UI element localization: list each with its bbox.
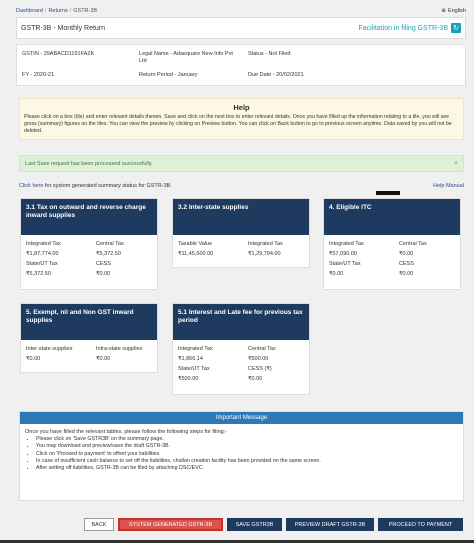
facilitation-link[interactable]: Facilitation in filing GSTR-3B ↻: [359, 23, 461, 33]
important-message-box: Important Message Once you have filled t…: [19, 411, 464, 501]
tile-label: Integrated Tax: [26, 241, 61, 247]
important-message-intro: Once you have filled the relevant tables…: [25, 429, 228, 435]
tile-label: State/UT Tax: [26, 261, 58, 267]
important-message-title: Important Message: [20, 412, 463, 424]
tile-value: ₹5,372.50: [96, 251, 121, 257]
tile-label: Integrated Tax: [248, 241, 283, 247]
tile-5-1[interactable]: 5.1 Interest and Late fee for previous t…: [172, 303, 310, 395]
tile-value: ₹0.00: [248, 376, 263, 382]
list-item: You may download and preview/save the dr…: [36, 443, 463, 450]
list-item: Please click on 'Save GSTR3B' on the sum…: [36, 436, 463, 443]
facilitation-label: Facilitation in filing GSTR-3B: [358, 24, 448, 32]
tile-label: Central Tax: [248, 346, 276, 352]
tile-3-2[interactable]: 3.2 Inter-state supplies Taxable Value I…: [172, 198, 310, 268]
tile-5[interactable]: 5. Exempt, nil and Non GST inward suppli…: [20, 303, 158, 373]
return-period-text: Return Period - January: [139, 72, 198, 78]
page-title: GSTR-3B - Monthly Return: [21, 24, 106, 32]
tile-label: Central Tax: [399, 241, 427, 247]
fy-text: FY - 2020-21: [22, 72, 55, 78]
tile-value: ₹57,090.00: [329, 251, 357, 257]
breadcrumb-dashboard[interactable]: Dashboard: [16, 8, 43, 14]
breadcrumb-separator: /: [44, 8, 47, 14]
return-info-panel: GSTIN - 29ABACD1191FAZK Legal Name - Ada…: [16, 44, 466, 86]
help-text: Please click on a box (tile) and enter r…: [24, 114, 452, 134]
tile-label: Integrated Tax: [178, 346, 213, 352]
tile-label: CESS (₹): [248, 366, 272, 372]
globe-icon: ⊕: [441, 8, 446, 14]
tile-label: Intra-state supplies: [96, 346, 143, 352]
filing-steps-list: Please click on 'Save GSTR3B' on the sum…: [20, 436, 463, 472]
due-date-text: Due Date - 20/02/2021: [248, 72, 304, 78]
list-item: Click on 'Proceed to payment' to offset …: [36, 451, 463, 458]
back-button[interactable]: BACK: [84, 518, 114, 531]
summary-links: Click here for system generated summary …: [19, 183, 464, 189]
top-bar: Dashboard / Returns / GSTR-3B ⊕ English: [16, 6, 466, 16]
tile-value: ₹11,45,600.00: [178, 251, 214, 257]
tile-value: ₹1,866.14: [178, 356, 203, 362]
alert-text: Last Save request has been processed suc…: [25, 160, 153, 167]
tile-label: Inter-state supplies: [26, 346, 73, 352]
tile-value: ₹0.00: [96, 271, 111, 277]
tile-label: State/UT Tax: [329, 261, 361, 267]
tile-label: CESS: [399, 261, 414, 267]
refresh-icon[interactable]: ↻: [451, 23, 461, 33]
language-selector[interactable]: ⊕ English: [441, 8, 466, 14]
tile-4[interactable]: 4. Eligible ITC Integrated Tax Central T…: [323, 198, 461, 290]
tile-3-1[interactable]: 3.1 Tax on outward and reverse charge in…: [20, 198, 158, 290]
tile-label: Central Tax: [96, 241, 124, 247]
tile-value: ₹1,29,794.00: [248, 251, 281, 257]
save-gstr3b-button[interactable]: SAVE GSTR3B: [227, 518, 282, 531]
tile-label: CESS: [96, 261, 111, 267]
tile-value: ₹0.00: [399, 271, 414, 277]
language-label: English: [447, 8, 466, 14]
tile-value: ₹1,87,774.00: [26, 251, 59, 257]
breadcrumb-separator: /: [69, 8, 72, 14]
tile-value: ₹500.00: [178, 376, 199, 382]
legal-name-text: Legal Name - Adaequare New Info Pvt Ltd: [139, 51, 233, 64]
tile-label: Integrated Tax: [329, 241, 364, 247]
tile-5-1-title: 5.1 Interest and Late fee for previous t…: [173, 304, 309, 340]
success-alert: Last Save request has been processed suc…: [19, 155, 464, 172]
list-item: In case of insufficient cash balance to …: [36, 458, 463, 465]
close-icon[interactable]: ×: [454, 160, 458, 167]
system-generated-gstr3b-button[interactable]: SYSTEM GENERATED GSTR-3B: [118, 518, 223, 531]
breadcrumb-returns[interactable]: Returns: [48, 8, 67, 14]
preview-draft-button[interactable]: PREVIEW DRAFT GSTR-3B: [286, 518, 374, 531]
tile-4-title: 4. Eligible ITC: [324, 199, 460, 235]
breadcrumb-current: GSTR-3B: [73, 8, 98, 14]
help-box: Help Please click on a box (tile) and en…: [19, 98, 464, 140]
tile-label: State/UT Tax: [178, 366, 210, 372]
tile-5-title: 5. Exempt, nil and Non GST inward suppli…: [21, 304, 157, 340]
title-bar: GSTR-3B - Monthly Return Facilitation in…: [16, 17, 466, 39]
summary-link-text: for system generated summary status for …: [43, 183, 172, 189]
tile-value: ₹0.00: [399, 251, 414, 257]
summary-link-row: Click here for system generated summary …: [19, 183, 172, 189]
help-manual-link[interactable]: Help Manual: [433, 183, 464, 189]
breadcrumb: Dashboard / Returns / GSTR-3B: [16, 8, 97, 14]
mouse-cursor: [376, 191, 400, 195]
proceed-to-payment-button[interactable]: PROCEED TO PAYMENT: [378, 518, 463, 531]
click-here-link[interactable]: Click here: [19, 183, 43, 189]
tile-value: ₹500.00: [248, 356, 269, 362]
tile-value: ₹0.00: [329, 271, 344, 277]
list-item: After setting off liabilities, GSTR-3B c…: [36, 465, 463, 472]
gstin-text: GSTIN - 29ABACD1191FAZK: [22, 51, 95, 57]
tile-value: ₹0.00: [26, 356, 41, 362]
status-text: Status - Not Filed: [248, 51, 291, 57]
action-button-bar: BACK SYSTEM GENERATED GSTR-3B SAVE GSTR3…: [84, 518, 463, 531]
tile-value: ₹0.00: [96, 356, 111, 362]
help-title: Help: [233, 103, 250, 112]
tile-value: ₹5,372.50: [26, 271, 51, 277]
tile-3-1-title: 3.1 Tax on outward and reverse charge in…: [21, 199, 157, 235]
tile-3-2-title: 3.2 Inter-state supplies: [173, 199, 309, 235]
tile-label: Taxable Value: [178, 241, 213, 247]
